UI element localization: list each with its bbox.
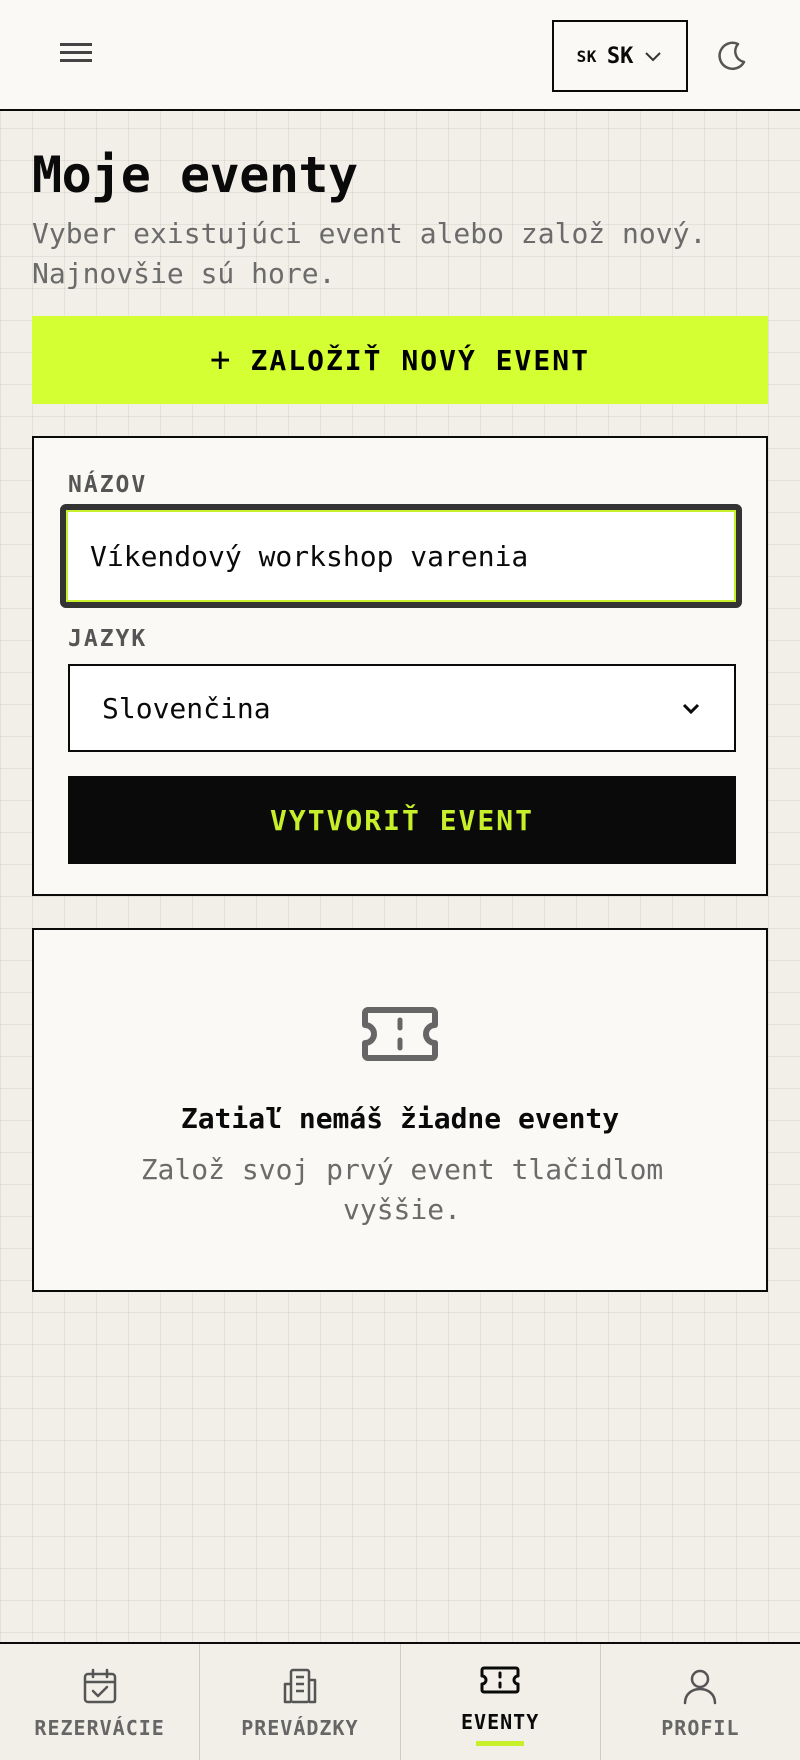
ticket-icon	[362, 1007, 438, 1061]
empty-state-title: Zatiaľ nemáš žiadne eventy	[180, 1102, 620, 1135]
dark-mode-toggle[interactable]	[714, 38, 750, 74]
top-bar: SK SK	[0, 0, 800, 111]
language-select-value: Slovenčina	[102, 691, 271, 725]
sk-flag-icon: SK	[576, 46, 597, 66]
new-event-form: NÁZOV JAZYK Slovenčina VYTVORIŤ EVENT	[32, 436, 768, 896]
nav-item-prevadzky[interactable]: PREVÁDZKY	[200, 1644, 401, 1760]
plus-icon: +	[210, 340, 233, 380]
hamburger-menu-icon[interactable]	[56, 38, 96, 72]
ticket-icon	[480, 1666, 520, 1694]
calendar-check-icon	[83, 1668, 116, 1704]
nav-item-eventy[interactable]: EVENTY	[401, 1644, 601, 1760]
nav-item-rezervacie[interactable]: REZERVÁCIE	[0, 1644, 201, 1760]
create-new-event-button[interactable]: + ZALOŽIŤ NOVÝ EVENT	[32, 316, 768, 404]
language-label: JAZYK	[68, 626, 148, 652]
event-name-input[interactable]	[66, 510, 736, 602]
empty-state-text: Založ svoj prvý event tlačidlom vyššie.	[140, 1153, 664, 1226]
name-input-focus-ring	[60, 504, 742, 608]
nav-label: EVENTY	[461, 1710, 540, 1734]
nav-label: PROFIL	[661, 1716, 740, 1740]
building-icon	[283, 1668, 317, 1704]
create-event-submit-button[interactable]: VYTVORIŤ EVENT	[68, 776, 736, 864]
page-title: Moje eventy	[32, 146, 358, 204]
language-select[interactable]: Slovenčina	[68, 664, 736, 752]
nav-label: PREVÁDZKY	[241, 1716, 359, 1740]
page-subtitle: Vyber existujúci event alebo založ nový.…	[32, 217, 707, 290]
user-icon	[684, 1669, 717, 1705]
name-label: NÁZOV	[68, 472, 148, 498]
create-new-event-label: ZALOŽIŤ NOVÝ EVENT	[250, 343, 590, 377]
bottom-navigation: REZERVÁCIE PREVÁDZKY EVENTY PROFIL	[0, 1642, 800, 1760]
chevron-down-icon	[645, 52, 662, 62]
active-indicator	[476, 1741, 525, 1746]
moon-icon	[718, 41, 746, 71]
nav-label: REZERVÁCIE	[34, 1716, 165, 1740]
language-switcher[interactable]: SK SK	[552, 20, 688, 92]
empty-state: Zatiaľ nemáš žiadne eventy Založ svoj pr…	[32, 928, 768, 1292]
nav-item-profil[interactable]: PROFIL	[601, 1644, 800, 1760]
language-code: SK	[606, 43, 634, 69]
chevron-down-icon	[682, 703, 700, 715]
